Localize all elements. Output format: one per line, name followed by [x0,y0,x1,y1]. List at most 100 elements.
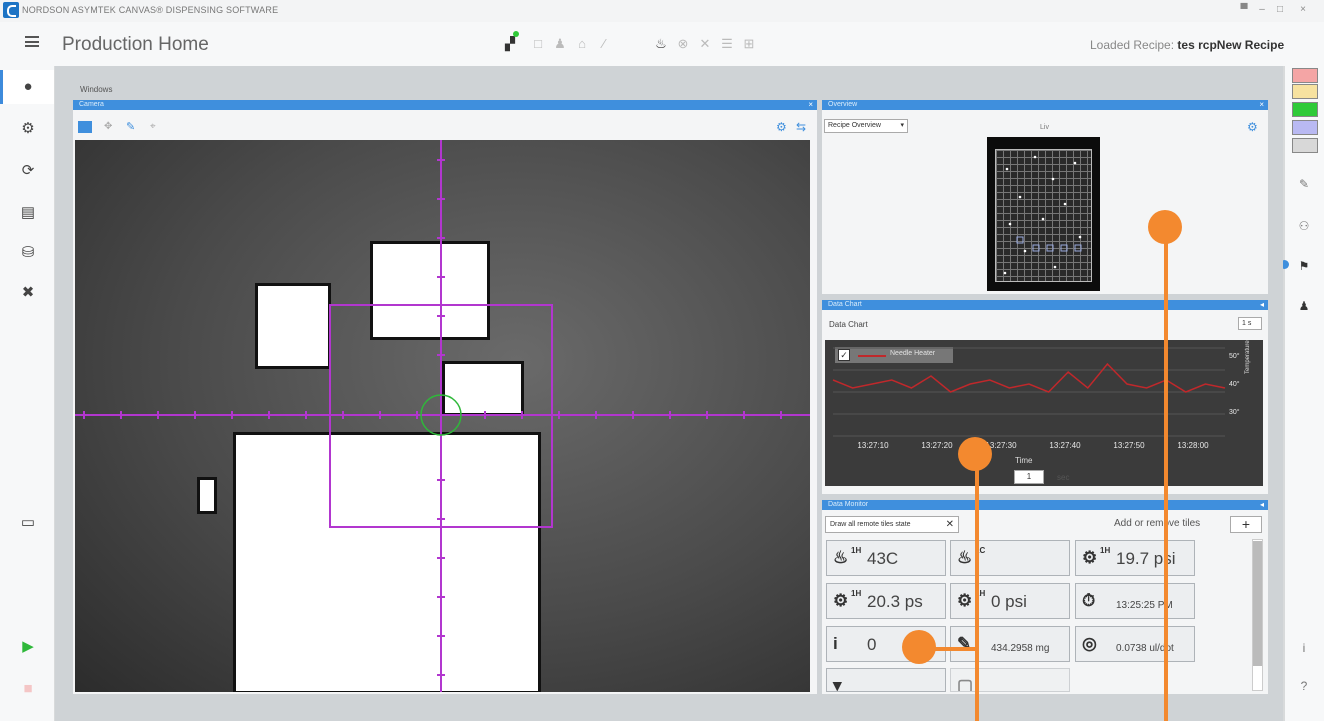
close-icon[interactable]: × [1297,4,1309,16]
chart-window-input[interactable]: 1 [1014,470,1044,484]
calibrate-icon[interactable]: ∕ [596,36,612,52]
loaded-recipe-value: tes rcpNew Recipe [1177,38,1285,52]
stop-square-icon[interactable]: ■ [19,680,37,698]
monitor-collapse-icon[interactable]: ◂ [1260,500,1264,510]
annotation-leader [1164,228,1168,721]
tools-nav-icon[interactable]: ✖ [19,284,37,302]
tile-value: 20.3 ps [867,592,923,611]
dispense-mode-icon[interactable]: ▞ [502,36,518,52]
stop-icon[interactable]: □ [530,36,546,52]
signal-light-white [1292,138,1318,153]
monitor-scroll-thumb[interactable] [1253,541,1262,666]
cancel-icon[interactable]: ✕ [697,36,713,52]
overview-panel-title: Overview [828,101,858,108]
signal-light-green [1292,102,1318,117]
loaded-recipe: Loaded Recipe: tes rcpNew Recipe [1090,38,1284,52]
chart-interval-dropdown[interactable]: 1 s [1238,317,1262,330]
chart-subtitle: Data Chart [829,320,868,329]
hamburger-menu-icon[interactable] [25,36,39,47]
camera-measure-tool-icon[interactable]: ⌖ [150,121,156,132]
camera-pen-tool-icon[interactable]: ✎ [126,120,135,133]
recipe-nav-icon[interactable]: ⟳ [19,162,37,180]
signal-light-red [1292,68,1318,83]
camera-select-tool-icon[interactable] [78,121,92,133]
y-tick-label: 40° [1229,380,1240,388]
x-tick-label: 13:28:00 [1177,441,1209,450]
valve-icon: ▢ [957,676,974,692]
chart-collapse-icon[interactable]: ◂ [1260,300,1264,310]
app-logo-icon [3,2,19,18]
overview-label: Liv [1040,124,1049,131]
add-remove-tiles[interactable]: Add or remove tiles [1114,518,1200,529]
monitor-tile[interactable]: ▾ [826,668,946,692]
edit-right-icon[interactable]: ✎ [1292,176,1316,192]
settings-nav-icon[interactable]: ⚙ [19,120,37,138]
y-tick-label: 50° [1229,352,1240,360]
user-toolbar-icon[interactable]: ♟ [552,36,568,52]
monitor-tile[interactable]: ♨ 1C [950,540,1070,576]
camera-settings-icon[interactable]: ⚙ [776,120,787,134]
purge-icon[interactable]: ⊗ [675,36,691,52]
home-axis-icon[interactable]: ⌂ [574,36,590,52]
monitor-tile[interactable]: ▢ [950,668,1070,692]
heater-1h-icon: ♨ [833,548,849,567]
monitor-tile[interactable]: ⚙ 1H 0 psi [950,583,1070,619]
group-right-icon[interactable]: ⚇ [1292,218,1316,234]
database-nav-icon[interactable]: ⛁ [19,244,37,262]
monitor-tile[interactable]: ⏱ 13:25:25 PM [1075,583,1195,619]
annotation-marker [958,437,992,471]
charts-nav-icon[interactable]: ▤ [19,204,37,222]
syringe-icon: ✎ [957,634,972,653]
heater-toolbar-icon[interactable]: ♨ [653,36,669,52]
user-right-icon[interactable]: ♟ [1292,298,1316,314]
chart-window-unit: sec [1057,473,1070,482]
y-tick-label: 30° [1229,408,1240,416]
overview-panel-header: Overview × [822,100,1268,110]
crosshair-ticks [83,159,782,676]
info-right-icon[interactable]: i [1292,640,1316,656]
monitor-tile[interactable]: ♨ 1H 43C [826,540,946,576]
chart-plot: 13:27:10 13:27:20 13:27:30 13:27:40 13:27:50… [832,347,1240,450]
monitor-tile[interactable]: ✎ 434.2958 mg [950,626,1070,662]
help-right-icon[interactable]: ? [1292,678,1316,694]
tile-value: 43C [867,549,899,568]
page-title: Production Home [62,34,209,55]
monitor-tile[interactable]: ⚙ 1H 20.3 ps [826,583,946,619]
x-tick-label: 13:27:40 [1049,441,1081,450]
minimize-icon[interactable]: – [1256,4,1268,16]
annotation-leader [975,455,979,721]
help-badge-icon[interactable]: ⚑ [1292,258,1316,274]
overview-dropdown-value: Recipe Overview [828,122,881,129]
target-icon: ◎ [1082,634,1097,653]
run-play-icon[interactable]: ▶ [19,638,37,656]
info-icon: i [833,634,838,653]
overview-settings-icon[interactable]: ⚙ [1247,120,1258,134]
camera-share-icon[interactable]: ⇆ [796,120,806,134]
x-tick-label: 13:27:10 [857,441,889,450]
panel-toggle-icon[interactable]: ▭ [19,514,37,532]
heater-1c-icon: ♨ [957,548,973,567]
monitor-panel-title: Data Monitor [828,501,869,508]
filter-chip[interactable]: Draw all remote tiles state ✕ [825,516,959,533]
camera-zoom-tool-icon[interactable]: ✥ [104,121,112,132]
maximize-icon[interactable]: □ [1274,4,1286,16]
list-icon[interactable]: ☰ [719,36,735,52]
monitor-tile[interactable]: ⚙ 1H 19.7 psi [1075,540,1195,576]
grid-icon[interactable]: ⊞ [741,36,757,52]
window-menu-icon[interactable]: ▀ [1238,4,1250,16]
chart-y-label: Temperature [1245,340,1251,374]
monitor-tile[interactable]: ◎ 0.0738 ul/dot [1075,626,1195,662]
camera-view[interactable] [75,140,810,692]
production-nav-icon[interactable]: ● [19,78,37,96]
pressure-1h-icon: ⚙ [1082,548,1098,567]
chip-close-icon[interactable]: ✕ [946,517,954,532]
monitor-panel-header: Data Monitor ◂ [822,500,1268,510]
add-tile-button[interactable]: + [1230,516,1262,533]
loaded-recipe-label: Loaded Recipe: [1090,38,1175,52]
overview-dropdown[interactable]: Recipe Overview ▾ [824,119,908,133]
overview-close-icon[interactable]: × [1259,100,1264,110]
tile-sub-label: 1H [851,546,862,555]
tile-sub-label: 1H [1100,546,1111,555]
tile-value: 0 psi [991,592,1027,611]
camera-close-icon[interactable]: × [808,100,813,110]
